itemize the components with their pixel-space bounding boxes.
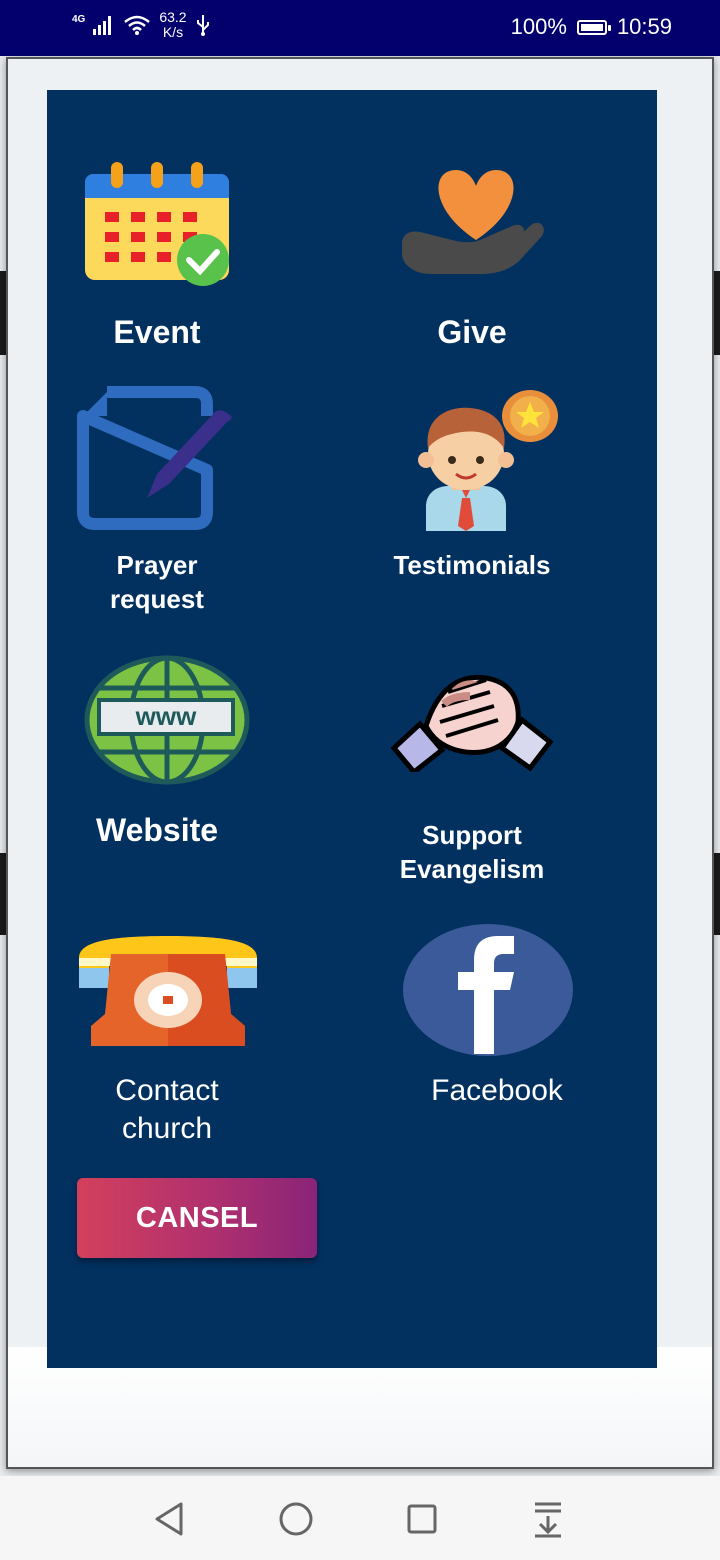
network-type: 4G [72, 13, 86, 25]
calendar-check-icon [85, 162, 229, 286]
globe-www-icon: www [84, 655, 250, 785]
menu-item-support-evangelism[interactable]: Support Evangelism [372, 650, 572, 890]
network-speed: 63.2 K/s [159, 10, 186, 40]
document-pen-icon [77, 386, 232, 530]
menu-dialog: Event Give Prayer request Testimonials w… [6, 57, 714, 1469]
telephone-icon [79, 936, 257, 1046]
notification-pull-icon[interactable] [523, 1494, 573, 1544]
usb-icon [196, 15, 209, 36]
menu-item-website[interactable]: www Website [67, 650, 250, 890]
recents-icon[interactable] [397, 1494, 447, 1544]
heart-in-hand-icon [402, 170, 544, 274]
menu-item-label: Contact church [115, 1074, 219, 1145]
battery-icon [576, 19, 611, 35]
menu-item-label: Testimonials [393, 550, 551, 580]
wifi-icon [124, 15, 151, 35]
menu-panel: Event Give Prayer request Testimonials w… [47, 90, 657, 1368]
menu-item-facebook[interactable]: Facebook [392, 920, 602, 1170]
status-right: 100% 10:59 [511, 14, 672, 40]
status-left: 4G 63.2 K/s [72, 10, 211, 40]
clock: 10:59 [616, 14, 672, 39]
battery-percent: 100% [510, 14, 567, 39]
signal-icon [93, 16, 112, 35]
menu-item-label: Give [437, 314, 507, 350]
handshake-icon [390, 674, 554, 772]
menu-item-label: Support Evangelism [399, 820, 545, 884]
menu-item-give[interactable]: Give [382, 150, 562, 360]
facebook-icon [403, 924, 573, 1056]
navigation-bar [0, 1476, 720, 1560]
menu-item-contact-church[interactable]: Contact church [67, 920, 287, 1170]
speed-value: 63.2 [159, 9, 187, 25]
home-icon[interactable] [271, 1494, 321, 1544]
menu-item-testimonials[interactable]: Testimonials [372, 386, 572, 626]
menu-item-label: Prayer request [110, 550, 204, 614]
status-bar: 4G 63.2 K/s 100% 10:59 [0, 0, 720, 56]
menu-item-label: Facebook [431, 1074, 563, 1107]
svg-text:www: www [135, 701, 197, 731]
person-star-icon [418, 390, 558, 531]
menu-item-label: Website [95, 812, 219, 848]
menu-item-prayer-request[interactable]: Prayer request [67, 386, 247, 626]
menu-item-label: Event [113, 314, 201, 350]
cancel-button[interactable]: CANSEL [77, 1178, 317, 1258]
speed-unit: K/s [162, 24, 184, 40]
back-icon[interactable] [145, 1494, 195, 1544]
menu-item-event[interactable]: Event [67, 150, 247, 360]
